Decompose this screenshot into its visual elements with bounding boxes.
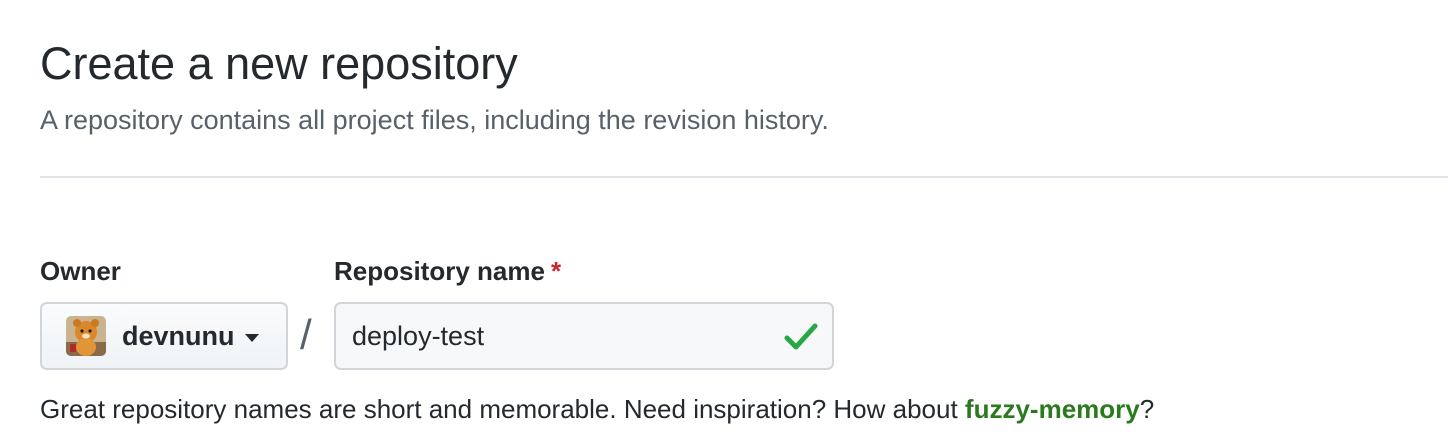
caret-down-icon [244, 333, 259, 342]
repository-name-label: Repository name * [334, 254, 561, 288]
owner-value: devnunu [122, 320, 235, 351]
hint-suffix: ? [1139, 394, 1155, 424]
repository-name-hint: Great repository names are short and mem… [40, 391, 1154, 427]
repository-name-label-text: Repository name [334, 256, 545, 286]
repository-name-field[interactable] [334, 302, 834, 370]
hint-text: Great repository names are short and mem… [40, 394, 965, 424]
required-marker: * [550, 256, 562, 286]
header-divider [40, 176, 1448, 178]
user-avatar-icon [66, 316, 106, 356]
owner-select-button[interactable]: devnunu [40, 302, 288, 370]
repository-name-input[interactable] [352, 314, 762, 358]
suggested-name-link[interactable]: fuzzy-memory [965, 394, 1140, 424]
owner-label-text: Owner [40, 256, 121, 286]
check-icon [784, 323, 818, 350]
owner-repo-separator: / [300, 311, 312, 358]
page-title: Create a new repository [40, 38, 518, 89]
owner-label: Owner [40, 254, 121, 288]
page-subtitle: A repository contains all project files,… [40, 105, 829, 135]
